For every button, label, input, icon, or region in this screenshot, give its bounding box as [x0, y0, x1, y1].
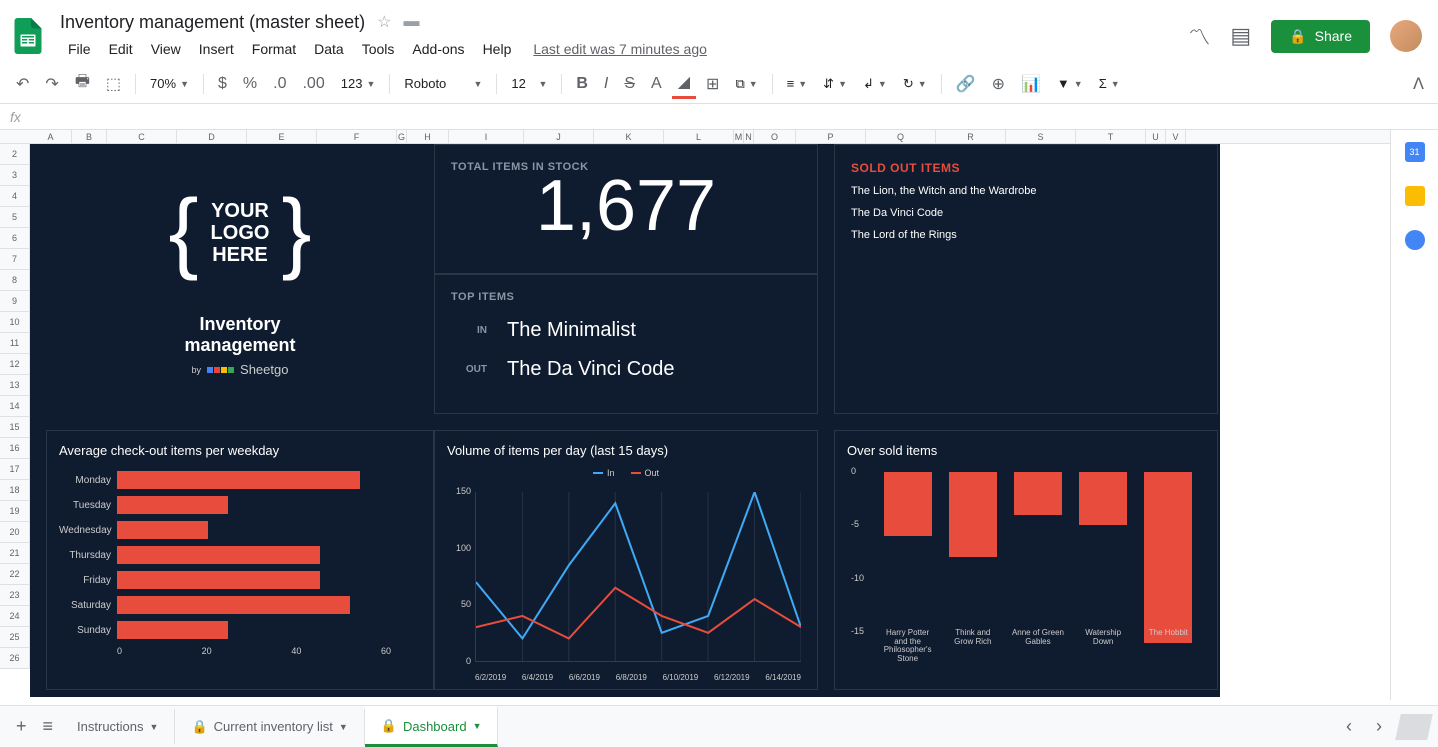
- inventory-title: Inventory management: [184, 314, 295, 356]
- menu-view[interactable]: View: [143, 37, 189, 61]
- percent-icon[interactable]: %: [237, 71, 263, 97]
- sheets-logo-icon[interactable]: [8, 16, 48, 56]
- share-button[interactable]: 🔒 Share: [1271, 20, 1370, 53]
- menu-bar: File Edit View Insert Format Data Tools …: [60, 37, 1188, 61]
- merge-dropdown[interactable]: ⧉▼: [729, 72, 763, 96]
- formula-bar: fx: [0, 104, 1438, 130]
- menu-edit[interactable]: Edit: [101, 37, 141, 61]
- comment-icon[interactable]: ⊕: [986, 70, 1011, 98]
- top-in-value: The Minimalist: [507, 319, 636, 342]
- scroll-right-icon[interactable]: ›: [1368, 708, 1390, 745]
- user-avatar[interactable]: [1390, 20, 1422, 52]
- column-headers: ABCDEFGHIJKLMNOPQRSTUV: [0, 130, 1390, 144]
- dashboard-canvas: { YOUR LOGO HERE } Inventory management …: [30, 144, 1220, 697]
- lock-icon: 🔒: [1289, 28, 1306, 45]
- menu-addons[interactable]: Add-ons: [404, 37, 472, 61]
- fill-color-icon[interactable]: ◢: [672, 68, 696, 99]
- logo-line3: HERE: [211, 244, 270, 266]
- sold-item: The Da Vinci Code: [851, 207, 1201, 219]
- logo-card: { YOUR LOGO HERE } Inventory management …: [46, 144, 434, 414]
- menu-insert[interactable]: Insert: [191, 37, 242, 61]
- menu-tools[interactable]: Tools: [354, 37, 403, 61]
- filter-dropdown[interactable]: ▼▼: [1051, 72, 1089, 95]
- fx-icon: fx: [10, 109, 21, 125]
- top-out-value: The Da Vinci Code: [507, 358, 675, 381]
- all-sheets-button[interactable]: ≡: [35, 708, 62, 745]
- move-folder-icon[interactable]: ▬: [403, 13, 419, 31]
- tab-dashboard[interactable]: 🔒 Dashboard▼: [365, 706, 499, 747]
- valign-dropdown[interactable]: ⇵▼: [817, 72, 853, 96]
- decrease-decimal-icon[interactable]: .0: [267, 71, 292, 97]
- sold-out-card: SOLD OUT ITEMS The Lion, the Witch and t…: [834, 144, 1218, 414]
- currency-icon[interactable]: $: [212, 71, 233, 97]
- side-panel: 31: [1390, 130, 1438, 700]
- sold-item: The Lion, the Witch and the Wardrobe: [851, 185, 1201, 197]
- sold-out-label: SOLD OUT ITEMS: [851, 161, 1201, 175]
- sheet-tabs-bar: + ≡ Instructions▼ 🔒 Current inventory li…: [0, 705, 1438, 747]
- share-label: Share: [1315, 28, 1352, 44]
- wrap-dropdown[interactable]: ↲▼: [857, 72, 893, 96]
- star-icon[interactable]: ☆: [377, 12, 391, 32]
- print-icon[interactable]: 🖶: [69, 66, 96, 101]
- sheetgo-branding: by Sheetgo: [192, 362, 289, 377]
- menu-format[interactable]: Format: [244, 37, 304, 61]
- more-formats-dropdown[interactable]: 123▼: [335, 72, 382, 95]
- rotate-dropdown[interactable]: ↻▼: [897, 72, 933, 96]
- borders-icon[interactable]: ⊞: [700, 70, 725, 98]
- top-items-card: TOP ITEMS IN The Minimalist OUT The Da V…: [434, 274, 818, 414]
- tasks-icon[interactable]: [1405, 230, 1425, 250]
- font-dropdown[interactable]: Roboto▼: [398, 72, 488, 95]
- menu-file[interactable]: File: [60, 37, 99, 61]
- chart-title: Average check-out items per weekday: [59, 443, 421, 458]
- top-items-label: TOP ITEMS: [451, 291, 801, 303]
- text-color-icon[interactable]: A: [645, 71, 668, 97]
- font-size-dropdown[interactable]: 12▼: [505, 72, 553, 95]
- increase-decimal-icon[interactable]: .00: [296, 71, 330, 97]
- spreadsheet-area[interactable]: ABCDEFGHIJKLMNOPQRSTUV 23456789101112131…: [0, 130, 1390, 700]
- total-items-card: TOTAL ITEMS IN STOCK 1,677: [434, 144, 818, 274]
- functions-dropdown[interactable]: Σ▼: [1093, 72, 1126, 95]
- sold-item: The Lord of the Rings: [851, 229, 1201, 241]
- explore-button[interactable]: [1395, 714, 1433, 740]
- logo-line1: YOUR: [211, 200, 270, 222]
- tab-instructions[interactable]: Instructions▼: [61, 709, 175, 744]
- chart-volume-per-day: Volume of items per day (last 15 days) I…: [434, 430, 818, 690]
- lock-icon: 🔒: [191, 719, 207, 735]
- add-sheet-button[interactable]: +: [8, 708, 35, 745]
- link-icon[interactable]: 🔗: [950, 70, 982, 98]
- redo-icon[interactable]: ↷: [39, 70, 64, 98]
- menu-data[interactable]: Data: [306, 37, 352, 61]
- logo-line2: LOGO: [211, 222, 270, 244]
- halign-dropdown[interactable]: ≡▼: [781, 72, 814, 95]
- italic-icon[interactable]: I: [598, 71, 614, 97]
- lock-icon: 🔒: [381, 718, 397, 734]
- menu-help[interactable]: Help: [475, 37, 520, 61]
- chart-weekday-checkout: Average check-out items per weekday Mond…: [46, 430, 434, 690]
- comments-icon[interactable]: ▤: [1230, 23, 1251, 49]
- collapse-toolbar-icon[interactable]: ᐱ: [1409, 70, 1428, 98]
- strikethrough-icon[interactable]: S: [618, 71, 641, 97]
- activity-icon[interactable]: 〽: [1188, 20, 1210, 52]
- paint-format-icon[interactable]: ⬚: [100, 70, 127, 98]
- zoom-dropdown[interactable]: 70%▼: [144, 72, 195, 95]
- insert-chart-icon[interactable]: 📊: [1015, 70, 1047, 98]
- chart-title: Over sold items: [847, 443, 1205, 458]
- tab-current-inventory[interactable]: 🔒 Current inventory list▼: [175, 709, 364, 745]
- chart-title: Volume of items per day (last 15 days): [447, 443, 805, 458]
- bold-icon[interactable]: B: [570, 71, 594, 97]
- row-headers: 2345678910111213141516171819202122232425…: [0, 144, 30, 669]
- formula-input[interactable]: [33, 109, 1428, 124]
- document-title[interactable]: Inventory management (master sheet): [60, 12, 365, 33]
- last-edit-link[interactable]: Last edit was 7 minutes ago: [533, 41, 707, 57]
- calendar-icon[interactable]: 31: [1405, 142, 1425, 162]
- total-items-value: 1,677: [451, 165, 801, 247]
- chart-oversold: Over sold items 0-5-10-15 Harry Potter a…: [834, 430, 1218, 690]
- undo-icon[interactable]: ↶: [10, 70, 35, 98]
- scroll-left-icon[interactable]: ‹: [1338, 708, 1360, 745]
- keep-icon[interactable]: [1405, 186, 1425, 206]
- app-header: Inventory management (master sheet) ☆ ▬ …: [0, 0, 1438, 64]
- toolbar: ↶ ↷ 🖶 ⬚ 70%▼ $ % .0 .00 123▼ Roboto▼ 12▼…: [0, 64, 1438, 104]
